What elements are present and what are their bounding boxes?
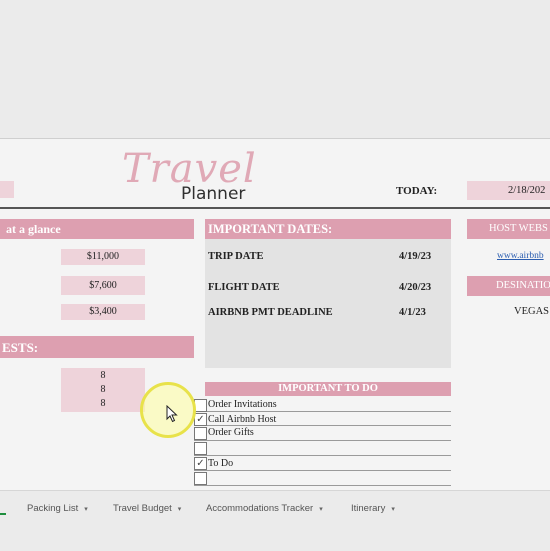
tab-itinerary[interactable]: Itinerary ▾ [351,503,395,514]
destination-value[interactable]: VEGAS [514,306,549,317]
tab-accommodations-tracker[interactable]: Accommodations Tracker ▾ [206,503,323,514]
guests-header: ESTS: [0,336,194,358]
glance-value-1: $11,000 [86,251,120,262]
todo-row-line [194,411,451,412]
today-value-cell[interactable]: 2/18/202 [467,181,550,200]
tab-travel-budget[interactable]: Travel Budget ▾ [113,503,181,514]
pointer-cursor-icon [166,405,178,423]
checkmark-icon: ✓ [196,414,205,425]
checkmark-icon: ✓ [196,458,205,469]
caret-down-icon: ▾ [319,506,323,513]
today-value: 2/18/202 [508,185,546,196]
airbnb-deadline-label: AIRBNB PMT DEADLINE [208,307,333,318]
host-website-title: HOST WEBS [489,223,548,234]
guest-value-3: 8 [100,398,106,409]
todo-row-line [194,425,451,426]
today-label: TODAY: [396,185,438,197]
trip-date-value[interactable]: 4/19/23 [399,251,431,262]
at-a-glance-title: at a glance [6,222,61,236]
guests-values-cell[interactable]: 8 8 8 [61,368,145,412]
todo-checkbox-5[interactable]: ✓ [194,457,207,470]
important-dates-panel: TRIP DATE 4/19/23 FLIGHT DATE 4/20/23 AI… [205,239,451,368]
tab-label: Accommodations Tracker [206,503,314,514]
tab-label: Packing List [27,503,79,514]
tab-label: Itinerary [351,503,386,514]
sheet-tab-bar: Packing List ▾ Travel Budget ▾ Accommodati… [0,490,550,551]
todo-row-line [194,470,451,471]
header-divider [0,207,550,209]
glance-value-3-cell[interactable]: $3,400 [61,304,145,320]
important-dates-header: IMPORTANT DATES: [205,219,451,239]
todo-header: IMPORTANT TO DO [205,382,451,396]
guest-value-2: 8 [100,384,106,395]
todo-checkbox-4[interactable] [194,442,207,455]
logo-planner-text: Planner [181,184,246,204]
glance-value-2-cell[interactable]: $7,600 [61,276,145,295]
todo-item-2: Call Airbnb Host [208,414,277,425]
todo-checkbox-3[interactable] [194,427,207,440]
glance-value-3: $3,400 [89,306,117,317]
todo-row-line [194,485,451,486]
flight-date-label: FLIGHT DATE [208,282,280,293]
caret-down-icon: ▾ [84,506,88,513]
at-a-glance-header: at a glance [0,219,194,239]
host-website-link[interactable]: www.airbnb [497,251,544,261]
tab-label: Travel Budget [113,503,172,514]
glance-value-2: $7,600 [89,280,117,291]
host-website-header: HOST WEBS [467,219,550,239]
caret-down-icon: ▾ [177,506,182,513]
todo-item-1: Order Invitations [208,399,277,410]
airbnb-deadline-value[interactable]: 4/1/23 [399,307,426,318]
guest-value-1: 8 [100,370,106,381]
todo-row-line [194,455,451,456]
todo-item-5: To Do [208,458,234,469]
todo-row-line [194,440,451,441]
trip-date-label: TRIP DATE [208,251,264,262]
tab-packing-list[interactable]: Packing List ▾ [27,503,88,514]
todo-checkbox-2[interactable]: ✓ [194,413,207,426]
destination-header: DESINATIO [467,276,550,296]
guests-title: ESTS: [2,340,39,355]
todo-item-3: Order Gifts [208,427,254,438]
flight-date-value[interactable]: 4/20/23 [399,282,431,293]
glance-value-1-cell[interactable]: $11,000 [61,249,145,265]
todo-title: IMPORTANT TO DO [278,383,378,394]
caret-down-icon: ▾ [391,506,395,513]
left-header-cell [0,181,14,198]
destination-title: DESINATIO [496,280,550,291]
todo-checkbox-6[interactable] [194,472,207,485]
important-dates-title: IMPORTANT DATES: [208,222,333,236]
active-tab-indicator [0,501,6,515]
